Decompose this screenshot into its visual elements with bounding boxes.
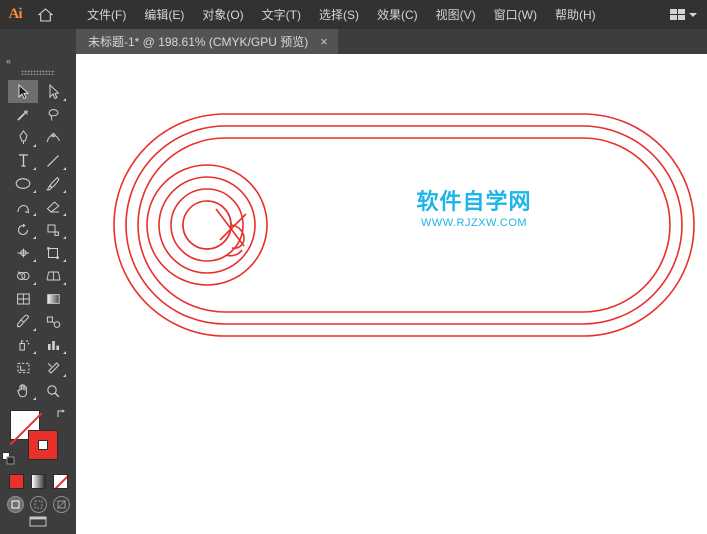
change-screen-mode-icon[interactable] <box>0 508 76 534</box>
color-mode-row <box>0 474 76 489</box>
menu-object[interactable]: 对象(O) <box>193 2 252 27</box>
tool-group-indicator <box>33 259 36 262</box>
toolbar-drag-handle[interactable] <box>0 67 76 78</box>
tool-group-indicator <box>33 213 36 216</box>
tool-group-indicator <box>33 351 36 354</box>
blend-tool[interactable] <box>38 310 68 333</box>
tool-grid <box>0 78 76 402</box>
eyedropper-tool[interactable] <box>8 310 38 333</box>
document-tab-title: 未标题-1* @ 198.61% (CMYK/GPU 预览) <box>88 35 309 49</box>
document-canvas[interactable]: 软件自学网 WWW.RJZXW.COM <box>76 54 707 534</box>
default-fill-stroke-icon[interactable] <box>2 452 15 468</box>
tool-group-indicator <box>33 236 36 239</box>
tool-group-indicator <box>33 144 36 147</box>
magic-wand-tool[interactable] <box>8 103 38 126</box>
line-segment-tool[interactable] <box>38 149 68 172</box>
tool-group-indicator <box>33 190 36 193</box>
menu-effect[interactable]: 效果(C) <box>368 2 427 27</box>
tool-group-indicator <box>63 190 66 193</box>
tool-group-indicator <box>63 167 66 170</box>
illustrator-window: Ai 文件(F) 编辑(E) 对象(O) 文字(T) 选择(S) 效果(C) 视… <box>0 0 707 534</box>
collapse-toolbar-button[interactable]: « <box>0 54 76 67</box>
tool-group-indicator <box>63 351 66 354</box>
app-logo-icon: Ai <box>8 6 23 22</box>
fill-color-swatch[interactable] <box>28 430 58 460</box>
document-tab-bar: 未标题-1* @ 198.61% (CMYK/GPU 预览) × <box>0 29 707 54</box>
symbol-sprayer-tool[interactable] <box>8 333 38 356</box>
scale-tool[interactable] <box>38 218 68 241</box>
menu-bar: Ai 文件(F) 编辑(E) 对象(O) 文字(T) 选择(S) 效果(C) 视… <box>0 0 707 29</box>
home-icon[interactable] <box>30 0 60 29</box>
pen-tool[interactable] <box>8 126 38 149</box>
column-graph-tool[interactable] <box>38 333 68 356</box>
free-transform-tool[interactable] <box>38 241 68 264</box>
color-mode-gradient[interactable] <box>30 474 46 489</box>
artwork-vector <box>113 113 695 337</box>
tool-group-indicator <box>33 167 36 170</box>
menu-edit[interactable]: 编辑(E) <box>135 2 193 27</box>
menu-help[interactable]: 帮助(H) <box>546 2 605 27</box>
menu-view[interactable]: 视图(V) <box>427 2 485 27</box>
shaper-tool[interactable] <box>8 195 38 218</box>
slice-tool[interactable] <box>38 356 68 379</box>
perspective-grid-tool[interactable] <box>38 264 68 287</box>
curvature-tool[interactable] <box>38 126 68 149</box>
tool-group-indicator <box>33 282 36 285</box>
menu-window[interactable]: 窗口(W) <box>485 2 546 27</box>
menu-type[interactable]: 文字(T) <box>253 2 310 27</box>
tool-group-indicator <box>63 282 66 285</box>
tool-group-indicator <box>63 259 66 262</box>
grid-arrange-icon <box>670 9 685 20</box>
swap-fill-stroke-icon[interactable] <box>56 408 68 423</box>
close-icon[interactable]: × <box>318 35 330 48</box>
chevron-down-icon <box>689 12 697 17</box>
menu-bar-right <box>660 0 707 29</box>
menu-item-list: 文件(F) 编辑(E) 对象(O) 文字(T) 选择(S) 效果(C) 视图(V… <box>78 2 605 27</box>
rotate-tool[interactable] <box>8 218 38 241</box>
ellipse-tool[interactable] <box>8 172 38 195</box>
zoom-tool[interactable] <box>38 379 68 402</box>
tool-group-indicator <box>63 374 66 377</box>
artboard-tool[interactable] <box>8 356 38 379</box>
direct-selection-tool[interactable] <box>38 80 68 103</box>
grip-dots-icon <box>21 70 55 75</box>
fill-inner-square <box>38 440 48 450</box>
tool-group-indicator <box>63 213 66 216</box>
lasso-tool[interactable] <box>38 103 68 126</box>
workspace: « 软件自学网 WWW.RJZXW.COM <box>0 54 707 534</box>
menu-select[interactable]: 选择(S) <box>310 2 368 27</box>
tool-group-indicator <box>33 328 36 331</box>
arrange-documents-button[interactable] <box>660 0 707 29</box>
menu-file[interactable]: 文件(F) <box>78 2 135 27</box>
color-controls <box>0 408 76 470</box>
selection-tool[interactable] <box>8 80 38 103</box>
hand-tool[interactable] <box>8 379 38 402</box>
mesh-tool[interactable] <box>8 287 38 310</box>
eraser-tool[interactable] <box>38 195 68 218</box>
tool-group-indicator <box>33 397 36 400</box>
shape-builder-tool[interactable] <box>8 264 38 287</box>
color-mode-color[interactable] <box>8 474 24 489</box>
tool-group-indicator <box>63 236 66 239</box>
tools-panel: « <box>0 54 76 534</box>
paintbrush-tool[interactable] <box>38 172 68 195</box>
color-mode-none[interactable] <box>52 474 68 489</box>
width-tool[interactable] <box>8 241 38 264</box>
tool-group-indicator <box>63 98 66 101</box>
gradient-tool[interactable] <box>38 287 68 310</box>
type-tool[interactable] <box>8 149 38 172</box>
document-tab[interactable]: 未标题-1* @ 198.61% (CMYK/GPU 预览) × <box>76 29 338 54</box>
